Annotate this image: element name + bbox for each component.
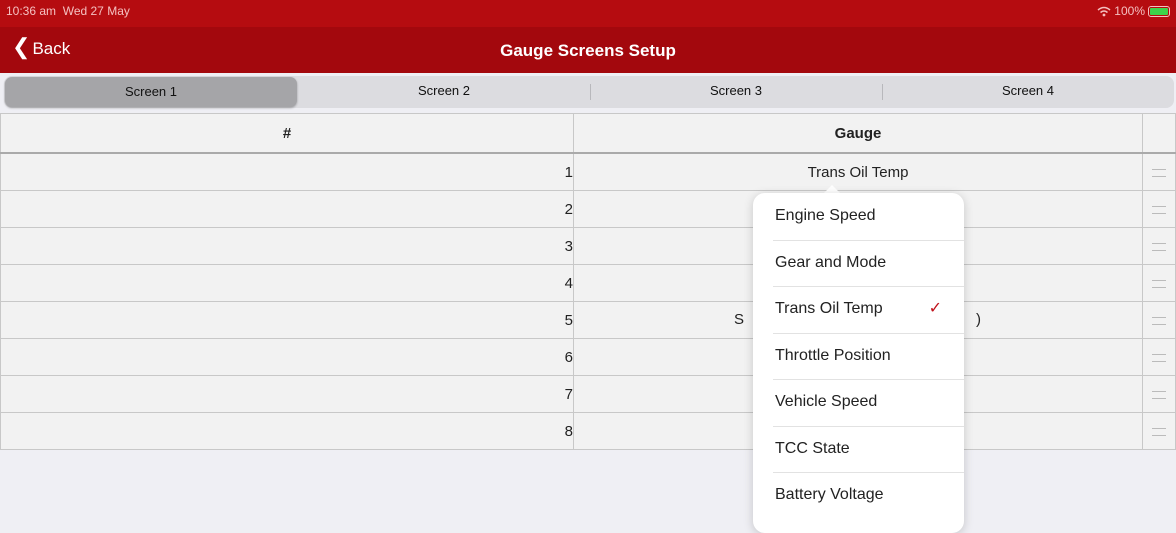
reorder-icon — [1152, 205, 1166, 214]
row5-gauge-fragment-left: S — [734, 311, 745, 328]
reorder-icon — [1152, 168, 1166, 177]
reorder-icon — [1152, 279, 1166, 288]
status-time: 10:36 am Wed 27 May — [6, 4, 130, 18]
table-row[interactable]: 3 — [0, 227, 1176, 265]
column-header-number: # — [0, 113, 574, 154]
reorder-icon — [1152, 316, 1166, 325]
status-right: 100% — [1097, 4, 1170, 18]
screen-tabs-bar: Screen 1 Screen 2 Screen 3 Screen 4 — [0, 73, 1176, 110]
gauge-picker-popover: Engine Speed Gear and Mode Trans Oil Tem… — [753, 193, 964, 533]
reorder-handle[interactable] — [1142, 152, 1176, 191]
table-row[interactable]: 1 Trans Oil Temp — [0, 152, 1176, 191]
table-row[interactable]: 8 — [0, 412, 1176, 450]
row-number: 5 — [0, 301, 574, 339]
table-row[interactable]: 4 — [0, 264, 1176, 302]
wifi-icon — [1097, 6, 1111, 16]
gauge-table: # Gauge 1 Trans Oil Temp 2 3 4 5 6 7 8 — [0, 113, 1176, 450]
row-number: 3 — [0, 227, 574, 265]
row-number: 7 — [0, 375, 574, 413]
table-row[interactable]: 5 — [0, 301, 1176, 339]
checkmark-icon: ✓ — [928, 300, 942, 317]
table-header-row: # Gauge — [0, 113, 1176, 154]
table-row[interactable]: 2 — [0, 190, 1176, 228]
reorder-handle[interactable] — [1142, 190, 1176, 228]
option-throttle-position[interactable]: Throttle Position — [753, 332, 964, 380]
row5-gauge-fragment-right: ) — [976, 311, 981, 328]
option-trans-oil-temp[interactable]: Trans Oil Temp ✓ — [753, 286, 964, 333]
row-number: 8 — [0, 412, 574, 450]
column-header-handle — [1142, 113, 1176, 154]
option-engine-speed[interactable]: Engine Speed — [753, 193, 964, 240]
reorder-icon — [1152, 353, 1166, 362]
reorder-handle[interactable] — [1142, 264, 1176, 302]
option-tcc-state[interactable]: TCC State — [753, 425, 964, 473]
row-gauge-cell[interactable]: Trans Oil Temp — [573, 152, 1143, 191]
reorder-handle[interactable] — [1142, 375, 1176, 413]
option-gear-and-mode[interactable]: Gear and Mode — [753, 239, 964, 287]
page-title: Gauge Screens Setup — [500, 41, 676, 60]
battery-icon — [1148, 5, 1170, 17]
reorder-icon — [1152, 427, 1166, 436]
reorder-handle[interactable] — [1142, 338, 1176, 376]
tab-screen-2[interactable]: Screen 2 — [298, 76, 590, 108]
table-row[interactable]: 7 — [0, 375, 1176, 413]
row-number: 2 — [0, 190, 574, 228]
reorder-icon — [1152, 242, 1166, 251]
tab-screen-3[interactable]: Screen 3 — [590, 76, 882, 108]
nav-bar: ❮ Back Gauge Screens Setup — [0, 27, 1176, 73]
tab-screen-4[interactable]: Screen 4 — [882, 76, 1174, 108]
reorder-handle[interactable] — [1142, 301, 1176, 339]
screen-segmented-control: Screen 1 Screen 2 Screen 3 Screen 4 — [4, 76, 1174, 108]
reorder-handle[interactable] — [1142, 412, 1176, 450]
option-battery-voltage[interactable]: Battery Voltage — [753, 472, 964, 519]
column-header-gauge: Gauge — [573, 113, 1143, 154]
status-bar: 10:36 am Wed 27 May 100% — [0, 0, 1176, 27]
table-row[interactable]: 6 — [0, 338, 1176, 376]
reorder-icon — [1152, 390, 1166, 399]
row-number: 1 — [0, 152, 574, 191]
option-vehicle-speed[interactable]: Vehicle Speed — [753, 379, 964, 426]
row-number: 4 — [0, 264, 574, 302]
tab-screen-1[interactable]: Screen 1 — [5, 77, 297, 107]
battery-percent: 100% — [1114, 4, 1145, 18]
row-number: 6 — [0, 338, 574, 376]
reorder-handle[interactable] — [1142, 227, 1176, 265]
